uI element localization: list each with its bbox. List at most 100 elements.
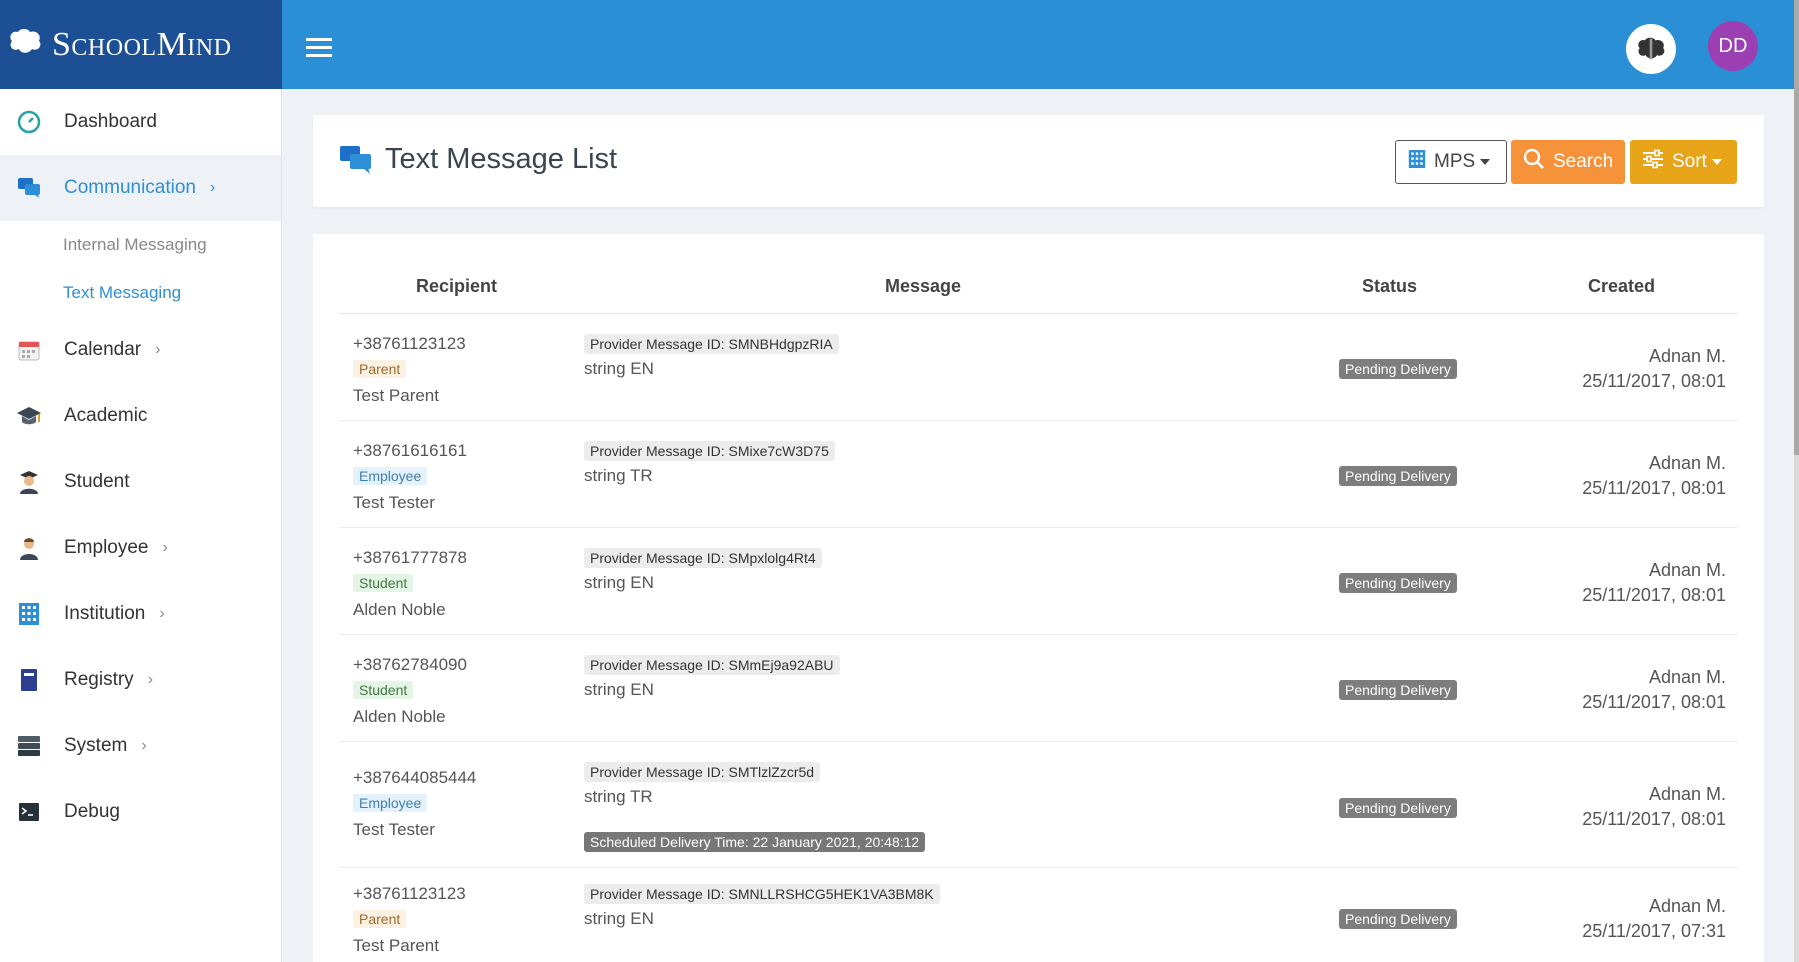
column-header-message[interactable]: Message bbox=[885, 276, 961, 297]
table-row[interactable]: +38761123123 Parent Test Parent Provider… bbox=[339, 868, 1738, 962]
provider-message-id: Provider Message ID: SMTlzlZzcr5d bbox=[584, 762, 821, 782]
recipient-name: Test Parent bbox=[353, 936, 439, 955]
sidebar-item-system[interactable]: System › bbox=[0, 713, 281, 779]
column-header-created[interactable]: Created bbox=[1588, 276, 1655, 297]
created-datetime: 25/11/2017, 08:01 bbox=[1582, 585, 1726, 605]
status-badge: Pending Delivery bbox=[1339, 359, 1457, 379]
sidebar-item-label: Calendar bbox=[64, 339, 142, 360]
sidebar: Dashboard Communication › Internal Messa… bbox=[0, 89, 282, 962]
chevron-right-icon: › bbox=[155, 341, 161, 358]
recipient-name: Test Parent bbox=[353, 386, 439, 405]
recipient-phone: +38761616161 bbox=[353, 441, 467, 460]
recipient-role-badge: Student bbox=[353, 574, 414, 592]
created-by: Adnan M. bbox=[1648, 453, 1726, 473]
building-grid-icon bbox=[1408, 149, 1426, 175]
chevron-right-icon: › bbox=[159, 605, 165, 622]
sidebar-item-employee[interactable]: Employee › bbox=[0, 515, 281, 581]
recipient-name: Test Tester bbox=[353, 493, 435, 512]
message-text: string TR bbox=[584, 787, 653, 806]
scheduled-delivery-badge: Scheduled Delivery Time: 22 January 2021… bbox=[584, 832, 926, 852]
server-icon bbox=[16, 733, 42, 759]
message-text: string EN bbox=[584, 573, 654, 592]
recipient-name: Alden Noble bbox=[353, 707, 446, 726]
sidebar-item-calendar[interactable]: Calendar › bbox=[0, 317, 281, 383]
recipient-name: Alden Noble bbox=[353, 600, 446, 619]
scrollbar-thumb[interactable] bbox=[1794, 0, 1799, 455]
recipient-role-badge: Student bbox=[353, 681, 414, 699]
student-icon bbox=[16, 469, 42, 495]
table-row[interactable]: +38762784090 Student Alden Noble Provide… bbox=[339, 635, 1738, 742]
message-text: string EN bbox=[584, 359, 654, 378]
brain-avatar-icon bbox=[1638, 37, 1665, 60]
created-by: Adnan M. bbox=[1648, 667, 1726, 687]
provider-message-id: Provider Message ID: SMixe7cW3D75 bbox=[584, 441, 835, 461]
top-bar: DD bbox=[282, 0, 1794, 89]
search-button[interactable]: Search bbox=[1511, 140, 1625, 184]
recipient-role-badge: Employee bbox=[353, 794, 428, 812]
recipient-phone: +38761777878 bbox=[353, 548, 467, 567]
chevron-right-icon: › bbox=[162, 539, 168, 556]
search-icon bbox=[1523, 148, 1545, 176]
sidebar-item-label: Student bbox=[64, 471, 130, 492]
status-badge: Pending Delivery bbox=[1339, 466, 1457, 486]
chat-bubbles-icon bbox=[16, 175, 42, 201]
sort-label: Sort bbox=[1672, 151, 1707, 172]
sidebar-item-institution[interactable]: Institution › bbox=[0, 581, 281, 647]
book-icon bbox=[16, 667, 42, 693]
sidebar-item-label: Dashboard bbox=[64, 111, 157, 132]
recipient-role-badge: Parent bbox=[353, 910, 407, 928]
sidebar-item-communication[interactable]: Communication › bbox=[0, 155, 281, 221]
message-text: string TR bbox=[584, 466, 653, 485]
brain-logo-icon bbox=[6, 27, 44, 62]
created-datetime: 25/11/2017, 08:01 bbox=[1582, 478, 1726, 498]
user-avatar[interactable]: DD bbox=[1708, 21, 1758, 71]
created-by: Adnan M. bbox=[1648, 560, 1726, 580]
menu-toggle-icon[interactable] bbox=[306, 38, 332, 62]
recipient-phone: +38762784090 bbox=[353, 655, 467, 674]
sidebar-item-registry[interactable]: Registry › bbox=[0, 647, 281, 713]
status-badge: Pending Delivery bbox=[1339, 573, 1457, 593]
brand-logo[interactable]: SchoolMind bbox=[0, 0, 282, 89]
caret-down-icon bbox=[1480, 159, 1491, 165]
sidebar-subitem-internal-messaging[interactable]: Internal Messaging bbox=[0, 221, 281, 269]
sidebar-item-label: Registry bbox=[64, 669, 134, 690]
provider-message-id: Provider Message ID: SMpxlolg4Rt4 bbox=[584, 548, 822, 568]
mps-label: MPS bbox=[1434, 151, 1476, 172]
recipient-phone: +38761123123 bbox=[353, 334, 466, 353]
page-header-card: Text Message List MPS Search Sort bbox=[313, 115, 1764, 207]
institution-select-button[interactable]: MPS bbox=[1395, 140, 1507, 184]
dashboard-gauge-icon bbox=[16, 109, 42, 135]
message-table: Recipient Message Status Created +387611… bbox=[313, 234, 1764, 962]
table-row[interactable]: +38761123123 Parent Test Parent Provider… bbox=[339, 314, 1738, 421]
created-datetime: 25/11/2017, 08:01 bbox=[1582, 692, 1726, 712]
search-label: Search bbox=[1553, 151, 1614, 172]
page-scrollbar[interactable] bbox=[1794, 0, 1799, 962]
chevron-right-icon: › bbox=[141, 737, 147, 754]
chevron-right-icon: › bbox=[147, 671, 154, 688]
sidebar-item-debug[interactable]: Debug bbox=[0, 779, 281, 845]
caret-down-icon bbox=[1711, 159, 1722, 165]
sidebar-subitem-text-messaging[interactable]: Text Messaging bbox=[0, 269, 281, 317]
column-header-recipient[interactable]: Recipient bbox=[416, 276, 497, 297]
institution-avatar[interactable] bbox=[1626, 24, 1676, 74]
status-badge: Pending Delivery bbox=[1339, 798, 1457, 818]
table-row[interactable]: +38761616161 Employee Test Tester Provid… bbox=[339, 421, 1738, 528]
sidebar-item-label: Academic bbox=[64, 405, 148, 426]
terminal-icon bbox=[16, 799, 42, 825]
column-header-status[interactable]: Status bbox=[1362, 276, 1417, 297]
provider-message-id: Provider Message ID: SMNLLRSHCG5HEK1VA3B… bbox=[584, 884, 940, 904]
created-datetime: 25/11/2017, 07:31 bbox=[1582, 921, 1726, 941]
brand-name: SchoolMind bbox=[52, 25, 232, 63]
recipient-phone: +38761123123 bbox=[353, 884, 466, 903]
sidebar-item-student[interactable]: Student bbox=[0, 449, 281, 515]
sort-button[interactable]: Sort bbox=[1630, 140, 1737, 184]
created-by: Adnan M. bbox=[1648, 784, 1726, 804]
sidebar-item-label: System bbox=[64, 735, 128, 756]
sidebar-item-academic[interactable]: Academic bbox=[0, 383, 281, 449]
page-title: Text Message List bbox=[385, 143, 618, 175]
status-badge: Pending Delivery bbox=[1339, 909, 1457, 929]
sidebar-item-dashboard[interactable]: Dashboard bbox=[0, 89, 281, 155]
table-row[interactable]: +387644085444 Employee Test Tester Provi… bbox=[339, 742, 1738, 868]
table-row[interactable]: +38761777878 Student Alden Noble Provide… bbox=[339, 528, 1738, 635]
status-badge: Pending Delivery bbox=[1339, 680, 1457, 700]
